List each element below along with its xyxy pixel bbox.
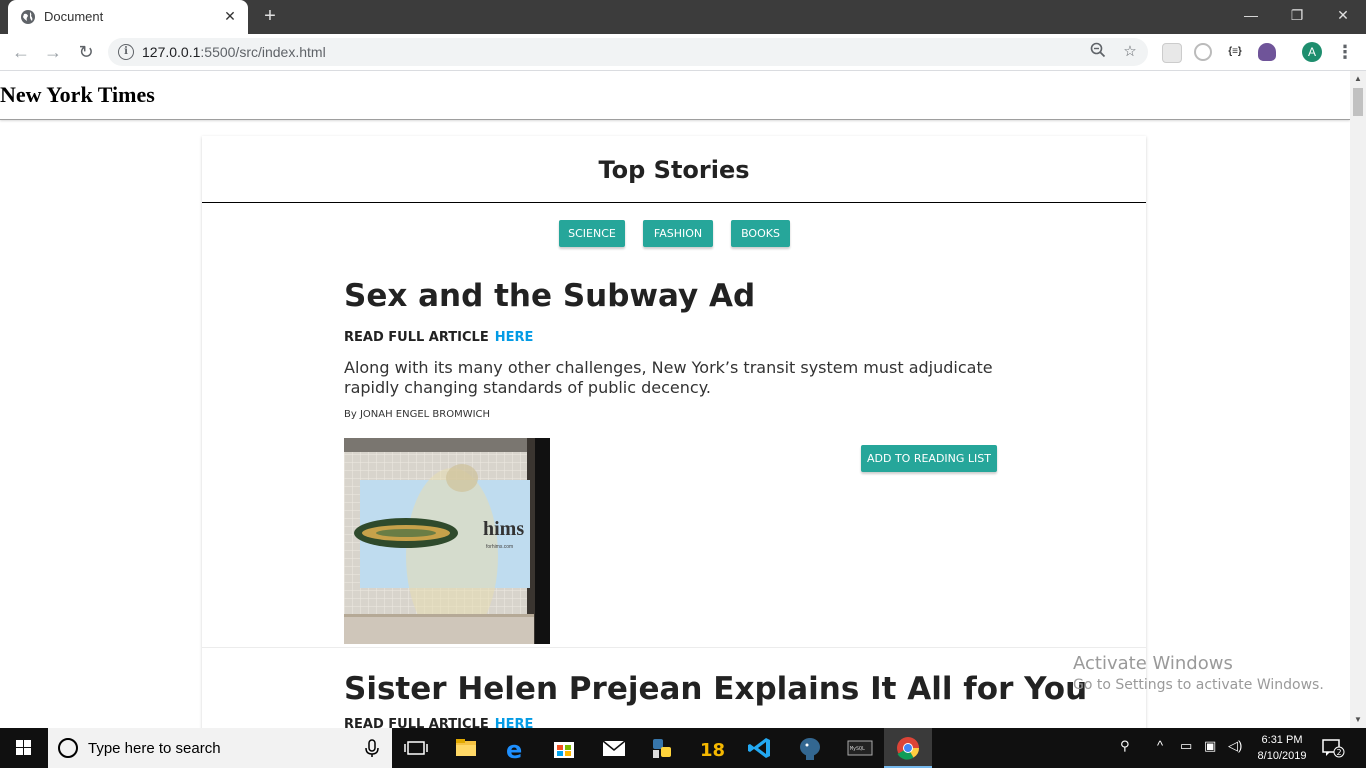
article-link[interactable]: HERE (495, 330, 534, 345)
section-heading: Top Stories (598, 156, 750, 184)
python-icon[interactable] (638, 728, 686, 768)
read-full-article-label: READ FULL ARTICLE (344, 717, 489, 728)
mysql-terminal-icon[interactable]: MySQL (836, 728, 884, 768)
article-title: Sex and the Subway Ad (344, 278, 756, 314)
json-viewer-icon[interactable]: {≡} (1226, 43, 1244, 61)
mail-icon[interactable] (590, 728, 638, 768)
forward-arrow-icon[interactable]: → (41, 40, 65, 64)
read-full-article: READ FULL ARTICLE HERE (344, 330, 533, 345)
zoom-icon[interactable] (1088, 42, 1108, 62)
article-image: hims forhims.com (344, 438, 550, 644)
filter-science-button[interactable]: SCIENCE (559, 220, 625, 247)
new-tab-button[interactable]: + (258, 4, 282, 28)
tab-title: Document (44, 9, 104, 24)
url-text[interactable]: 127.0.0.1:5500/src/index.html (142, 44, 326, 60)
browser-tab[interactable]: Document ✕ (8, 0, 248, 34)
volume-icon[interactable]: ◁) (1228, 738, 1242, 754)
browser-tabstrip: Document ✕ + — ❐ ✕ (0, 0, 1366, 34)
chrome-taskbar-icon[interactable] (884, 728, 932, 768)
start-button[interactable] (0, 728, 48, 768)
article-link[interactable]: HERE (495, 717, 534, 728)
battery-icon[interactable]: ▭ (1180, 738, 1192, 754)
article-byline: By JONAH ENGEL BROMWICH (344, 409, 491, 420)
article-separator (202, 647, 1146, 648)
svg-text:e: e (506, 736, 522, 764)
category-filters: SCIENCE FASHION BOOKS (202, 220, 1146, 248)
reload-icon[interactable]: ↻ (74, 40, 98, 64)
article-title: Sister Helen Prejean Explains It All for… (344, 671, 1088, 707)
globe-icon (21, 10, 35, 24)
info-icon[interactable]: i (118, 44, 134, 60)
add-to-reading-list-button[interactable]: ADD TO READING LIST (861, 445, 997, 472)
read-full-article-label: READ FULL ARTICLE (344, 330, 489, 345)
vscode-icon[interactable] (736, 728, 784, 768)
notification-count: 2 (1337, 748, 1342, 757)
browser-toolbar: ← → ↻ i 127.0.0.1:5500/src/index.html ☆ … (0, 34, 1366, 71)
taskbar-search-placeholder: Type here to search (88, 740, 221, 757)
filter-fashion-button[interactable]: FASHION (643, 220, 713, 247)
network-icon[interactable]: ▣ (1204, 738, 1216, 754)
clock-date: 8/10/2019 (1257, 750, 1307, 762)
people-icon[interactable]: ⚲ (1120, 738, 1130, 754)
taskbar-search-box[interactable]: Type here to search (48, 728, 392, 768)
read-full-article: READ FULL ARTICLE HERE (344, 717, 533, 728)
extension-icon[interactable] (1162, 43, 1182, 63)
cortana-icon (58, 738, 78, 758)
svg-text:18: 18 (700, 740, 725, 761)
heading-divider (202, 202, 1146, 203)
app-18-icon[interactable]: 18 (686, 728, 734, 768)
clock-time: 6:31 PM (1261, 734, 1303, 746)
windows-taskbar: Type here to search e 18 MySQL ⚲ ^ ▭ ▣ ◁… (0, 728, 1366, 768)
top-stories-card: Top Stories SCIENCE FASHION BOOKS Sex an… (202, 136, 1146, 728)
activate-windows-watermark: Activate Windows Go to Settings to activ… (1073, 653, 1324, 693)
profile-avatar[interactable]: A (1302, 42, 1322, 62)
microphone-icon[interactable] (362, 738, 382, 758)
task-view-icon[interactable] (392, 728, 440, 768)
svg-text:MySQL: MySQL (850, 746, 865, 752)
edge-browser-icon[interactable]: e (492, 728, 540, 768)
kebab-menu-icon[interactable]: ⋮ (1336, 40, 1354, 64)
restore-button[interactable]: ❐ (1274, 0, 1320, 30)
page-viewport: New York Times Top Stories SCIENCE FASHI… (0, 71, 1350, 728)
filter-books-button[interactable]: BOOKS (731, 220, 790, 247)
page-scrollbar[interactable]: ▲ ▼ (1350, 71, 1366, 728)
bookmark-star-icon[interactable]: ☆ (1120, 42, 1140, 62)
back-arrow-icon[interactable]: ← (9, 40, 33, 64)
close-window-button[interactable]: ✕ (1320, 0, 1366, 30)
article-abstract: Along with its many other challenges, Ne… (344, 358, 993, 397)
file-explorer-icon[interactable] (442, 728, 490, 768)
windows-logo-icon (16, 740, 31, 755)
site-header: New York Times (0, 71, 1350, 120)
action-center-icon[interactable]: 2 (1322, 738, 1346, 758)
scroll-thumb[interactable] (1353, 88, 1363, 116)
scroll-up-icon[interactable]: ▲ (1350, 71, 1366, 87)
tab-close-icon[interactable]: ✕ (220, 6, 240, 26)
taskbar-clock[interactable]: 6:31 PM 8/10/2019 (1254, 732, 1310, 764)
extension-circle-icon[interactable] (1194, 43, 1212, 61)
watermark-subtitle: Go to Settings to activate Windows. (1073, 677, 1324, 693)
scroll-down-icon[interactable]: ▼ (1350, 712, 1366, 728)
watermark-title: Activate Windows (1073, 653, 1233, 674)
show-hidden-icons-chevron-icon[interactable]: ^ (1157, 738, 1163, 753)
github-cat-icon[interactable] (1258, 43, 1276, 61)
minimize-button[interactable]: — (1228, 0, 1274, 30)
image-brand-text: hims (483, 518, 524, 540)
image-url-text: forhims.com (486, 544, 513, 550)
site-title[interactable]: New York Times (0, 82, 155, 108)
postgresql-icon[interactable] (786, 728, 834, 768)
address-bar[interactable]: i 127.0.0.1:5500/src/index.html ☆ (108, 38, 1148, 66)
store-icon[interactable] (540, 728, 588, 768)
